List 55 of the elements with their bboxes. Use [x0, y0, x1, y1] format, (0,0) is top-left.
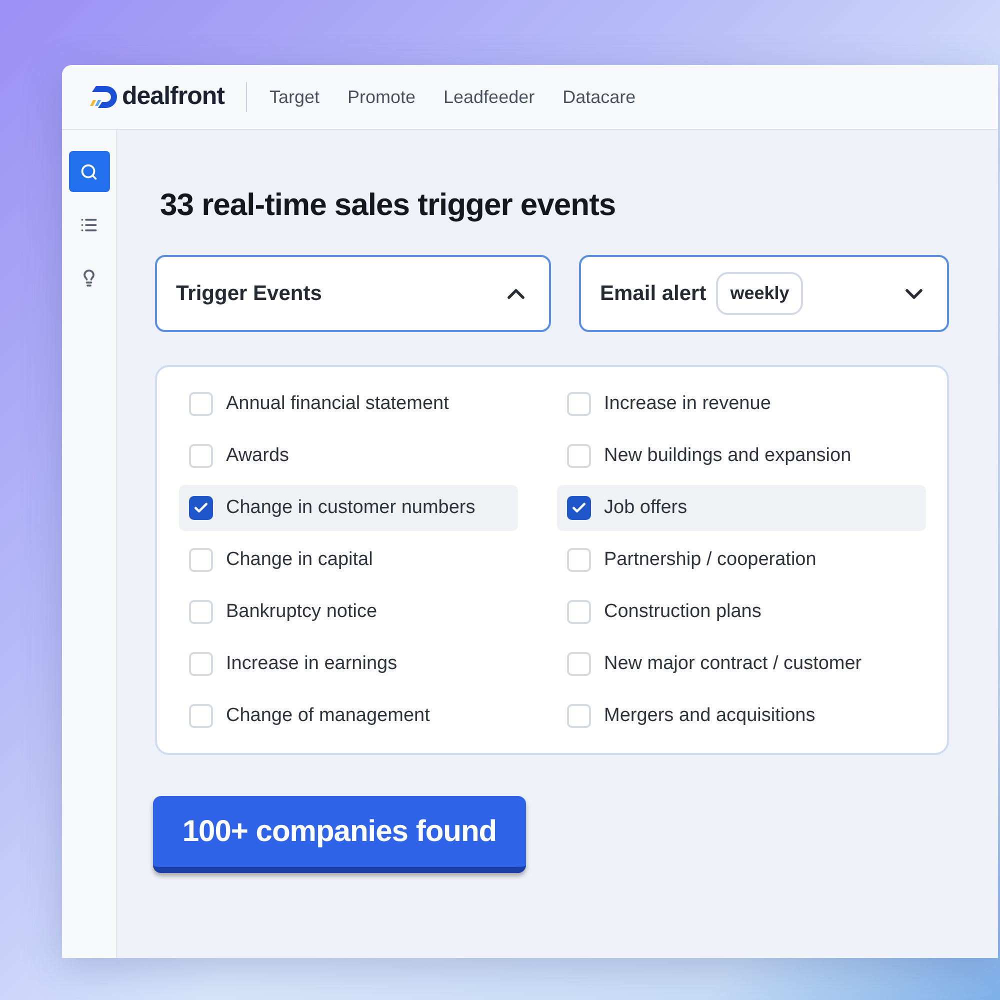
checkbox[interactable]: [567, 548, 591, 572]
option-label: Change in customer numbers: [226, 496, 476, 520]
checkbox[interactable]: [189, 392, 213, 416]
option-label: Partnership / cooperation: [604, 548, 816, 572]
checkbox[interactable]: [189, 496, 213, 520]
option-row[interactable]: New major contract / customer: [557, 641, 926, 687]
nav-link[interactable]: Target: [269, 84, 320, 110]
option-label: Change in capital: [226, 548, 373, 572]
option-row[interactable]: Increase in earnings: [179, 641, 518, 687]
checkbox[interactable]: [567, 652, 591, 676]
search-icon: [80, 162, 98, 180]
option-row[interactable]: Change in capital: [179, 537, 518, 583]
option-label: New buildings and expansion: [604, 444, 852, 468]
option-label: Job offers: [604, 496, 688, 520]
filter-dropdown[interactable]: Trigger Events: [155, 255, 551, 332]
option-row[interactable]: Annual financial statement: [179, 381, 518, 427]
checkbox[interactable]: [189, 600, 213, 624]
frequency-badge: weekly: [716, 272, 804, 315]
option-row[interactable]: Increase in revenue: [557, 381, 926, 427]
option-row[interactable]: Change of management: [179, 693, 518, 739]
checkbox[interactable]: [567, 600, 591, 624]
page-title: 33 real-time sales trigger events: [159, 186, 617, 224]
option-label: Bankruptcy notice: [226, 600, 378, 624]
option-label: Construction plans: [604, 600, 762, 624]
option-label: Increase in earnings: [226, 652, 398, 676]
option-label: New major contract / customer: [604, 652, 862, 676]
nav-link[interactable]: Datacare: [562, 84, 636, 110]
option-row[interactable]: Partnership / cooperation: [557, 537, 926, 583]
option-row[interactable]: Job offers: [557, 485, 926, 531]
checkbox[interactable]: [567, 392, 591, 416]
checkbox[interactable]: [567, 496, 591, 520]
option-row[interactable]: Construction plans: [557, 589, 926, 635]
option-label: Increase in revenue: [604, 392, 771, 416]
logo-icon: [88, 84, 120, 110]
brand-name: dealfront: [122, 81, 224, 112]
option-label: Change of management: [226, 704, 430, 728]
option-row[interactable]: Change in customer numbers: [179, 485, 518, 531]
option-label: Mergers and acquisitions: [604, 704, 816, 728]
option-label: Awards: [226, 444, 290, 468]
nav-link[interactable]: Promote: [347, 84, 416, 110]
checkbox[interactable]: [189, 548, 213, 572]
option-row[interactable]: Bankruptcy notice: [179, 589, 518, 635]
option-row[interactable]: Awards: [179, 433, 518, 479]
sidebar-button[interactable]: [68, 151, 110, 192]
checkbox[interactable]: [567, 704, 591, 728]
checkbox[interactable]: [567, 444, 591, 468]
nav-link[interactable]: Leadfeeder: [444, 84, 535, 110]
option-row[interactable]: New buildings and expansion: [557, 433, 926, 479]
option-label: Annual financial statement: [226, 392, 449, 416]
checkbox[interactable]: [189, 704, 213, 728]
option-row[interactable]: Mergers and acquisitions: [557, 693, 926, 739]
results-button[interactable]: 100+ companies found: [153, 796, 526, 873]
checkbox[interactable]: [189, 652, 213, 676]
filter-dropdown[interactable]: Email alert weekly: [579, 255, 949, 332]
checkbox[interactable]: [189, 444, 213, 468]
